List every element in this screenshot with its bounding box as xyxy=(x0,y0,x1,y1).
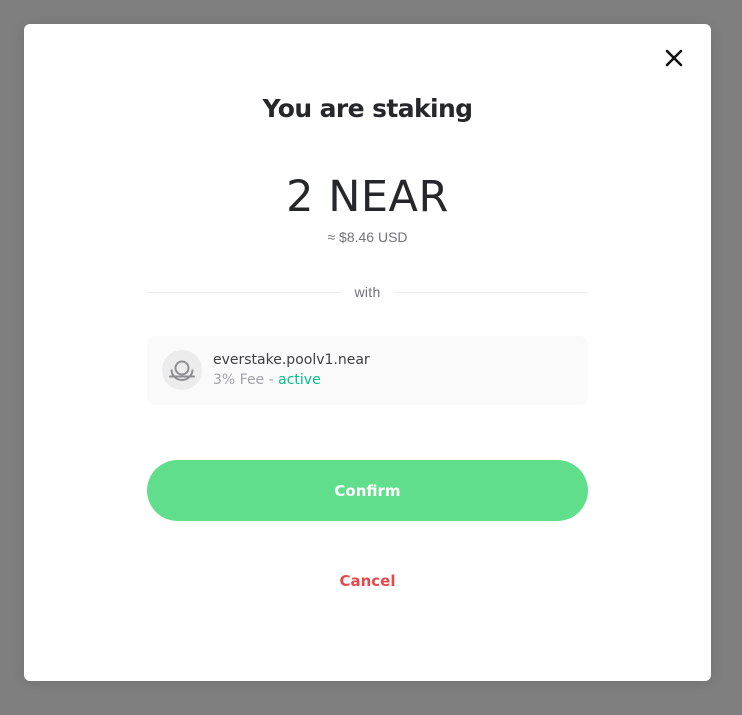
validator-fee: 3% Fee xyxy=(213,372,265,388)
usd-equivalent: ≈ $8.46 USD xyxy=(327,229,408,245)
validator-name: everstake.poolv1.near xyxy=(213,352,370,368)
stake-amount: 2 NEAR xyxy=(286,172,449,222)
close-icon xyxy=(665,49,683,67)
staking-confirmation-modal: You are staking 2 NEAR ≈ $8.46 USD with … xyxy=(24,24,711,681)
close-button[interactable] xyxy=(663,47,685,69)
divider-line-right xyxy=(393,291,589,293)
modal-title: You are staking xyxy=(262,94,474,123)
validator-meta: 3% Fee - active xyxy=(213,372,321,388)
validator-status: active xyxy=(278,372,321,388)
with-divider: with xyxy=(147,282,589,302)
confirm-button[interactable]: Confirm xyxy=(147,460,588,521)
validator-pool-icon xyxy=(162,350,202,390)
divider-label: with xyxy=(354,284,381,300)
cancel-button[interactable]: Cancel xyxy=(308,572,428,590)
divider-line-left xyxy=(147,291,342,293)
validator-meta-separator: - xyxy=(264,372,279,388)
validator-card[interactable]: everstake.poolv1.near 3% Fee - active xyxy=(147,336,588,405)
